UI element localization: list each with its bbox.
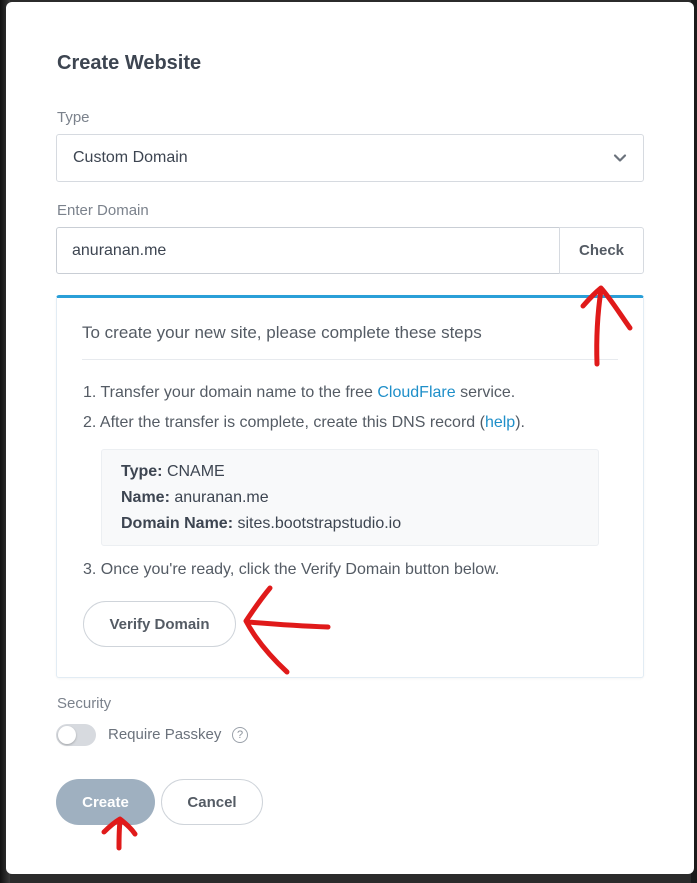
chevron-down-icon: [613, 154, 627, 162]
require-passkey-label: Require Passkey: [108, 726, 222, 743]
step-2-suffix: ).: [515, 414, 525, 431]
dns-name-row: Name: anuranan.me: [121, 489, 269, 507]
type-label: Type: [57, 109, 90, 126]
create-button[interactable]: Create: [56, 779, 155, 825]
dns-name-key: Name:: [121, 489, 170, 506]
check-button[interactable]: Check: [559, 227, 644, 274]
dns-record-box: Type: CNAME Name: anuranan.me Domain Nam…: [101, 449, 599, 546]
verify-domain-button[interactable]: Verify Domain: [83, 601, 236, 647]
dns-type-value: CNAME: [166, 463, 225, 480]
dns-type-key: Type:: [121, 463, 163, 480]
domain-label: Enter Domain: [57, 202, 149, 219]
step-2-prefix: 2. After the transfer is complete, creat…: [83, 414, 485, 431]
dns-help-link[interactable]: help: [485, 414, 515, 431]
dialog-title: Create Website: [57, 52, 202, 74]
step-1-suffix: service.: [455, 384, 516, 401]
security-label: Security: [57, 695, 112, 712]
dns-type-row: Type: CNAME: [121, 463, 225, 481]
steps-divider: [82, 359, 618, 360]
create-website-dialog: Create Website Type Custom Domain Enter …: [6, 2, 694, 874]
step-3: 3. Once you're ready, click the Verify D…: [83, 561, 500, 578]
type-select-value: Custom Domain: [73, 149, 188, 166]
dns-domain-row: Domain Name: sites.bootstrapstudio.io: [121, 515, 401, 533]
type-select[interactable]: Custom Domain: [56, 134, 644, 182]
require-passkey-toggle[interactable]: [56, 724, 96, 746]
step-1-prefix: 1. Transfer your domain name to the free: [83, 384, 378, 401]
dns-name-value: anuranan.me: [174, 489, 269, 506]
step-1: 1. Transfer your domain name to the free…: [83, 384, 515, 402]
dns-domain-value: sites.bootstrapstudio.io: [237, 515, 402, 532]
dns-domain-key: Domain Name:: [121, 515, 234, 532]
step-2: 2. After the transfer is complete, creat…: [83, 414, 525, 432]
steps-panel: To create your new site, please complete…: [56, 295, 644, 678]
domain-input[interactable]: [56, 227, 560, 274]
cancel-button[interactable]: Cancel: [161, 779, 263, 825]
question-circle-icon[interactable]: ?: [232, 727, 248, 743]
steps-heading: To create your new site, please complete…: [82, 323, 482, 342]
cloudflare-link[interactable]: CloudFlare: [377, 384, 455, 401]
toggle-knob: [58, 726, 76, 744]
